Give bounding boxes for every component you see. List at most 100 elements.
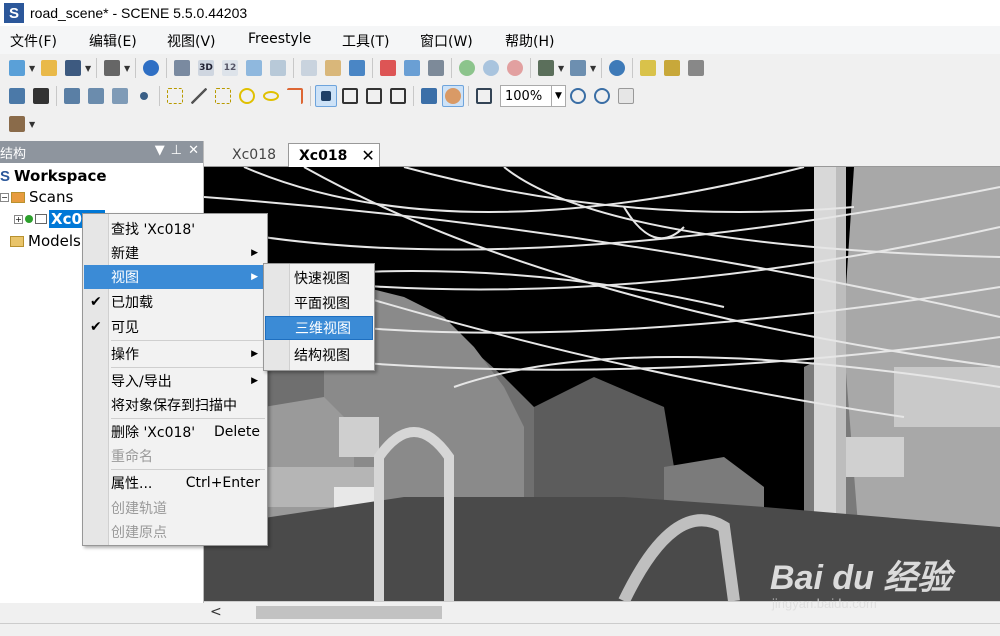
tab-xc018-active[interactable]: Xc018 ✕: [288, 143, 380, 167]
help-icon[interactable]: [140, 57, 162, 79]
cloud-remove-icon[interactable]: [504, 57, 526, 79]
scroll-left-icon[interactable]: <: [210, 604, 222, 620]
save-dropdown-icon[interactable]: ▼: [85, 64, 93, 73]
register-dropdown-icon[interactable]: ▼: [590, 64, 598, 73]
scan-manager-icon[interactable]: [171, 57, 193, 79]
point-cloud-viewport[interactable]: [204, 167, 1000, 601]
menu-item-delete[interactable]: 删除 'Xc018' Delete: [84, 420, 266, 444]
menu-view[interactable]: 视图(V): [167, 31, 216, 51]
submenu-item-structure-view[interactable]: 结构视图: [265, 343, 373, 367]
menu-item-view[interactable]: 视图 ▶: [84, 265, 266, 289]
tree-item-scans[interactable]: − Scans: [0, 187, 73, 207]
select-object-icon[interactable]: [109, 85, 131, 107]
view-3d-icon[interactable]: 3D: [195, 57, 217, 79]
register-icon[interactable]: [567, 57, 589, 79]
menu-tools[interactable]: 工具(T): [342, 31, 389, 51]
ruler-icon[interactable]: [637, 57, 659, 79]
scan-view-icon[interactable]: [535, 57, 557, 79]
menu-item-new[interactable]: 新建 ▶: [84, 241, 266, 265]
toolbar-separator: [310, 86, 311, 106]
toolbar-separator: [632, 58, 633, 78]
pin-icon[interactable]: ⊥: [171, 143, 182, 158]
zoom-out-icon[interactable]: [567, 85, 589, 107]
toolbar-separator: [56, 86, 57, 106]
picture-icon[interactable]: [267, 57, 289, 79]
tree-item-workspace[interactable]: S Workspace: [0, 166, 107, 186]
menu-item-visible[interactable]: ✔ 可见: [84, 315, 266, 339]
view-12-icon[interactable]: 12: [219, 57, 241, 79]
submenu-item-quick-view[interactable]: 快速视图: [265, 266, 373, 290]
select-points-icon[interactable]: [61, 85, 83, 107]
scrollbar-thumb[interactable]: [256, 606, 442, 619]
menu-item-import-export[interactable]: 导入/导出 ▶: [84, 369, 266, 393]
notes-icon[interactable]: [615, 85, 637, 107]
circle-select-icon[interactable]: [236, 85, 258, 107]
menu-item-operations[interactable]: 操作 ▶: [84, 342, 266, 366]
camera-dropdown-icon[interactable]: ▼: [29, 120, 37, 129]
select-union-icon[interactable]: [387, 85, 409, 107]
new-project-icon[interactable]: [6, 57, 28, 79]
target-icon[interactable]: [606, 57, 628, 79]
rotate-view-icon[interactable]: [6, 85, 28, 107]
zoom-level-field[interactable]: 100%: [500, 85, 552, 107]
hand-pan-icon[interactable]: [442, 85, 464, 107]
new-dropdown-icon[interactable]: ▼: [29, 64, 37, 73]
tab-label: Xc018: [299, 147, 348, 164]
submenu-arrow-icon: ▶: [251, 272, 258, 282]
rect-select-icon[interactable]: [164, 85, 186, 107]
menu-window[interactable]: 窗口(W): [420, 31, 473, 51]
list-icon[interactable]: [425, 57, 447, 79]
save-icon[interactable]: [62, 57, 84, 79]
pick-point-icon[interactable]: [133, 85, 155, 107]
models-label: Models: [28, 232, 81, 250]
camera-icon[interactable]: [6, 113, 28, 135]
zoom-dropdown-icon[interactable]: ▼: [552, 85, 566, 107]
zoom-in-icon[interactable]: [591, 85, 613, 107]
print-icon[interactable]: [101, 57, 123, 79]
measure-icon[interactable]: [661, 57, 683, 79]
collapse-icon[interactable]: −: [0, 192, 9, 202]
select-outside-icon[interactable]: [339, 85, 361, 107]
cloud-icon[interactable]: [480, 57, 502, 79]
line-measure-icon[interactable]: [685, 57, 707, 79]
search-scan-icon[interactable]: [322, 57, 344, 79]
tree-item-models[interactable]: Models: [10, 231, 81, 251]
export-icon[interactable]: [401, 57, 423, 79]
submenu-item-plan-view[interactable]: 平面视图: [265, 291, 373, 315]
freehand-select-icon[interactable]: [284, 85, 306, 107]
menu-item-loaded[interactable]: ✔ 已加载: [84, 290, 266, 314]
checker-icon[interactable]: [30, 85, 52, 107]
submenu-item-3d-view[interactable]: 三维视图: [265, 316, 373, 340]
menu-edit[interactable]: 编辑(E): [89, 31, 137, 51]
menu-item-find[interactable]: 查找 'Xc018': [84, 217, 266, 241]
cloud-add-icon[interactable]: [456, 57, 478, 79]
home-icon[interactable]: [243, 57, 265, 79]
open-project-icon[interactable]: [38, 57, 60, 79]
import-icon[interactable]: [346, 57, 368, 79]
close-tab-icon[interactable]: ✕: [361, 146, 374, 165]
panel-menu-icon[interactable]: ▼: [155, 143, 165, 158]
calendar-icon[interactable]: [377, 57, 399, 79]
ellipse-select-icon[interactable]: [260, 85, 282, 107]
menu-help[interactable]: 帮助(H): [505, 31, 554, 51]
menu-item-properties[interactable]: 属性... Ctrl+Enter: [84, 471, 266, 495]
close-icon[interactable]: ✕: [188, 143, 199, 158]
print-dropdown-icon[interactable]: ▼: [124, 64, 132, 73]
cut-icon[interactable]: [418, 85, 440, 107]
line-select-icon[interactable]: [188, 85, 210, 107]
menu-shortcut: Delete: [214, 424, 260, 440]
menu-item-save-to-scan[interactable]: 将对象保存到扫描中: [84, 393, 266, 417]
extra-toolbar: ▼: [0, 110, 60, 138]
structure-panel-title: 结构: [0, 146, 27, 162]
polygon-select-icon[interactable]: [212, 85, 234, 107]
menu-freestyle[interactable]: Freestyle: [248, 31, 311, 47]
select-inside-icon[interactable]: [315, 85, 337, 107]
scan-view-dropdown-icon[interactable]: ▼: [558, 64, 566, 73]
menu-file[interactable]: 文件(F): [10, 31, 57, 51]
copy-icon[interactable]: [298, 57, 320, 79]
fit-view-icon[interactable]: [473, 85, 495, 107]
select-area-icon[interactable]: [85, 85, 107, 107]
tab-xc018-inactive[interactable]: Xc018: [222, 143, 286, 167]
expand-icon[interactable]: +: [14, 214, 23, 224]
select-intersect-icon[interactable]: [363, 85, 385, 107]
